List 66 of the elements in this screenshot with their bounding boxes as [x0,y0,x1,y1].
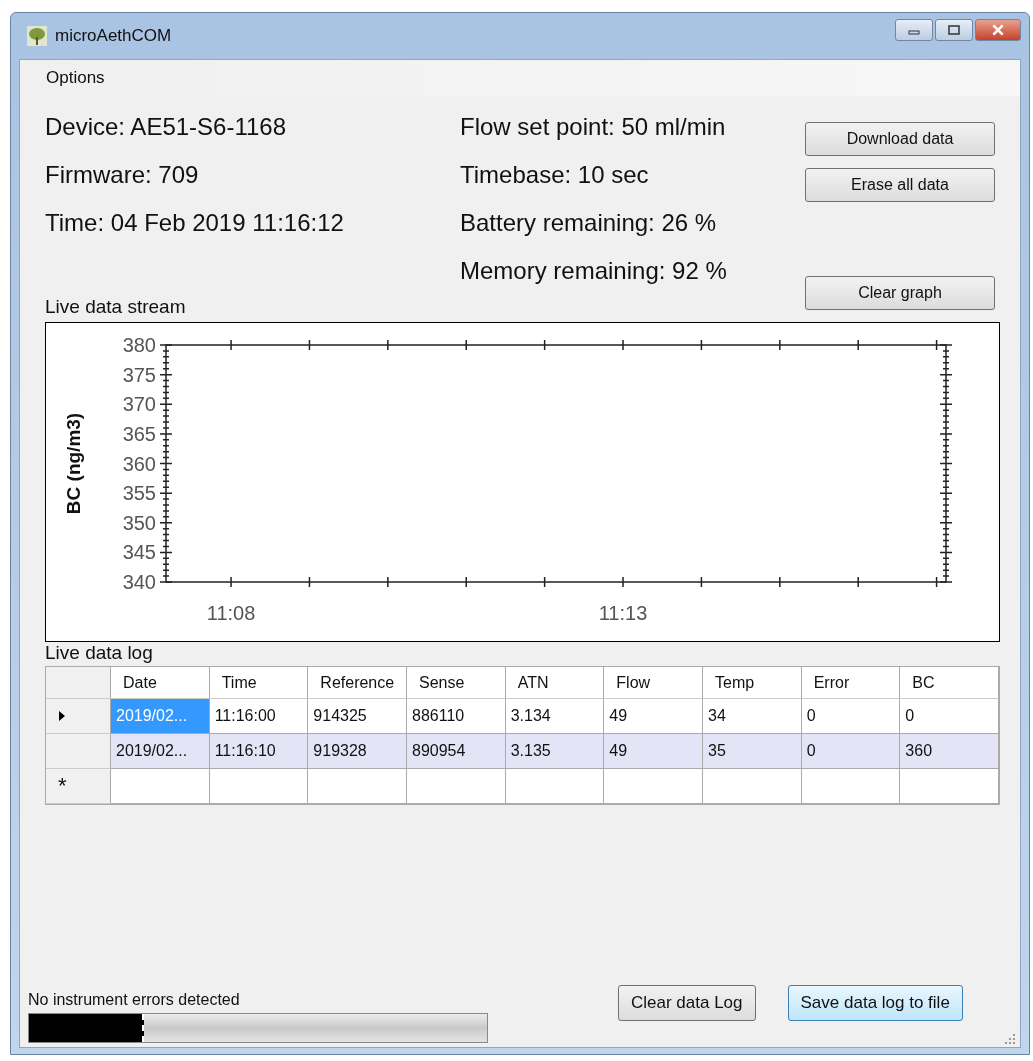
empty-cell[interactable] [900,769,999,804]
y-tick-label: 370 [122,393,156,416]
action-button[interactable]: Clear data Log [618,985,756,1021]
table-cell: 49 [604,734,703,769]
info-text: Battery remaining: 26 % [460,208,718,237]
empty-cell[interactable] [308,769,407,804]
table-cell: 919328 [308,734,407,769]
y-axis-label: BC (ng/m3) [63,412,84,515]
action-button[interactable]: Download data [805,122,995,156]
empty-cell[interactable] [703,769,802,804]
table-cell: 2019/02... [111,699,210,734]
tree-icon [27,26,47,46]
info-text: Memory remaining: 92 % [460,256,728,285]
info-text: Flow set point: 50 ml/min [460,112,727,141]
menu-item[interactable]: Options [46,68,105,88]
new-row-marker: * [58,773,67,799]
table-cell: 35 [703,734,802,769]
row-header-cell[interactable] [46,734,111,769]
empty-cell[interactable] [505,769,605,804]
window-title: microAethCOM [55,26,172,46]
table-cell: 11:16:10 [209,734,309,769]
column-header[interactable]: Temp [703,667,802,699]
table-cell: 890954 [407,734,506,769]
maximize-button[interactable] [935,19,973,41]
action-button[interactable]: Save data log to file [787,985,963,1021]
info-text: Device: AE51-S6-1168 [45,112,288,141]
section-label: Live data stream [44,296,187,318]
y-tick-label: 375 [122,363,156,386]
resize-grip-icon [1004,1033,1016,1045]
column-header[interactable]: Time [209,667,309,699]
empty-cell[interactable] [209,769,309,804]
column-header[interactable]: Sense [407,667,506,699]
row-header-cell[interactable] [46,699,111,734]
close-icon [991,24,1005,36]
column-header[interactable]: Error [801,667,901,699]
info-text: Time: 04 Feb 2019 11:16:12 [45,208,345,237]
close-button[interactable] [975,19,1021,41]
empty-cell[interactable] [604,769,703,804]
minimize-button[interactable] [895,19,933,41]
column-header[interactable]: Reference [308,667,407,699]
y-tick-label: 340 [122,571,156,593]
empty-cell[interactable] [801,769,901,804]
y-tick-label: 360 [122,452,156,475]
y-tick-label: 365 [122,422,156,445]
section-label: Live data log [44,642,154,664]
info-text: Firmware: 709 [45,160,200,189]
column-header[interactable]: BC [900,667,999,699]
y-tick-label: 355 [122,482,156,505]
status-text: No instrument errors detected [28,991,241,1009]
table-cell: 2019/02... [111,734,210,769]
column-header[interactable]: ATN [505,667,605,699]
action-button[interactable]: Erase all data [805,168,995,202]
table-cell: 0 [801,734,901,769]
y-tick-label: 380 [122,334,156,356]
y-tick-label: 350 [122,511,156,534]
empty-cell[interactable] [407,769,506,804]
table-cell: 360 [900,734,999,769]
x-tick-label: 11:13 [598,602,648,624]
clear-graph-button[interactable]: Clear graph [805,276,995,310]
info-text: Timebase: 10 sec [460,160,650,189]
maximize-icon [948,25,960,35]
table-cell: 3.135 [505,734,605,769]
x-tick-label: 11:08 [206,602,256,624]
column-header[interactable]: Flow [604,667,703,699]
row-header-cell[interactable]: * [46,769,111,804]
y-tick-label: 345 [122,541,156,564]
